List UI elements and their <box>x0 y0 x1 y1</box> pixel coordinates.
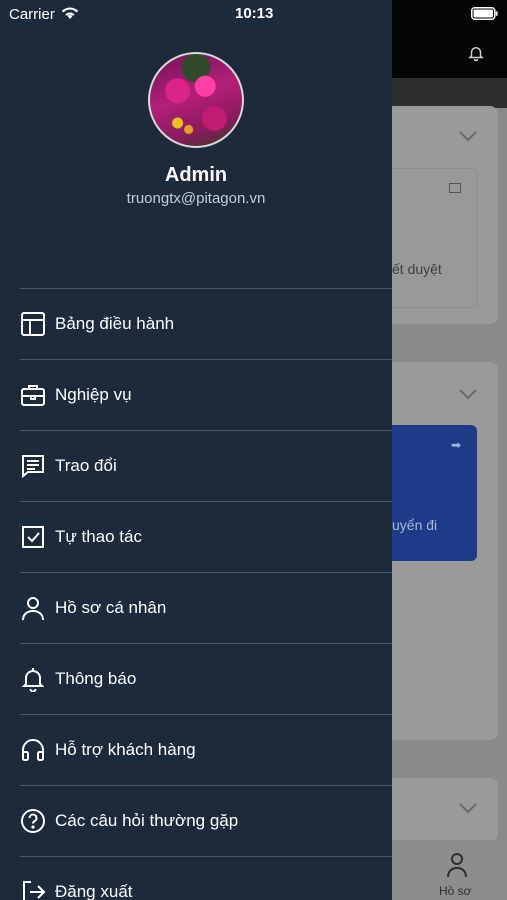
menu-item-label: Các câu hỏi thường gặp <box>55 811 239 830</box>
status-time: 10:13 <box>235 5 274 22</box>
menu-item-self-service[interactable]: Tự thao tác <box>20 502 392 572</box>
menu-item-operations[interactable]: Nghiệp vụ <box>20 360 392 430</box>
menu-item-messages[interactable]: Trao đổi <box>20 431 392 501</box>
menu-item-profile[interactable]: Hồ sơ cá nhân <box>20 573 392 643</box>
checkbox-icon <box>20 524 46 550</box>
chevron-down-icon[interactable] <box>458 388 478 400</box>
arrow-right-icon: ➡ <box>450 438 461 452</box>
wifi-icon <box>61 7 79 19</box>
chevron-down-icon[interactable] <box>458 130 478 142</box>
profile-email: truongtx@pitagon.vn <box>126 190 266 207</box>
dashboard-icon <box>20 311 46 337</box>
menu-item-faq[interactable]: Các câu hỏi thường gặp <box>20 786 392 856</box>
mail-icon <box>449 183 461 193</box>
menu-item-logout[interactable]: Đăng xuất <box>20 857 392 900</box>
menu-item-dashboard[interactable]: Bảng điều hành <box>20 289 392 359</box>
menu-item-label: Tự thao tác <box>55 527 142 546</box>
headset-icon <box>20 737 46 763</box>
menu-item-label: Hỗ trợ khách hàng <box>55 740 196 759</box>
avatar[interactable] <box>148 52 244 148</box>
logout-icon <box>20 879 46 900</box>
bell-icon <box>20 666 46 692</box>
status-bar: Carrier 10:13 <box>0 0 507 30</box>
transfer-box[interactable]: ➡ <box>384 425 477 561</box>
briefcase-icon <box>20 382 46 408</box>
menu-item-label: Hồ sơ cá nhân <box>55 598 167 617</box>
card2-text: uyển đi <box>392 517 438 533</box>
tab-profile-label: Hồ sơ <box>439 884 472 898</box>
battery-icon <box>471 7 498 20</box>
pending-approval-box <box>380 168 478 308</box>
drawer-menu: Bảng điều hành Nghiệp vụ Trao đổi Tự tha… <box>20 288 392 900</box>
bell-icon[interactable] <box>467 44 485 62</box>
navigation-drawer: Admin truongtx@pitagon.vn Bảng điều hành… <box>0 0 392 900</box>
chevron-down-icon[interactable] <box>458 802 478 814</box>
carrier-label: Carrier <box>9 6 55 23</box>
menu-item-label: Thông báo <box>55 669 137 688</box>
menu-item-label: Bảng điều hành <box>55 314 175 333</box>
user-icon <box>447 853 467 878</box>
chat-icon <box>20 453 46 479</box>
profile-name: Admin <box>164 164 228 186</box>
tab-profile[interactable]: Hồ sơ <box>392 840 507 900</box>
menu-item-support[interactable]: Hỗ trợ khách hàng <box>20 715 392 785</box>
menu-item-label: Trao đổi <box>55 456 117 475</box>
collapsed-card <box>380 778 498 842</box>
help-circle-icon <box>20 808 46 834</box>
card1-text: ết duyệt <box>392 261 442 277</box>
user-icon <box>20 595 46 621</box>
menu-item-notifications[interactable]: Thông báo <box>20 644 392 714</box>
menu-item-label: Nghiệp vụ <box>55 385 132 404</box>
menu-item-label: Đăng xuất <box>55 882 133 900</box>
